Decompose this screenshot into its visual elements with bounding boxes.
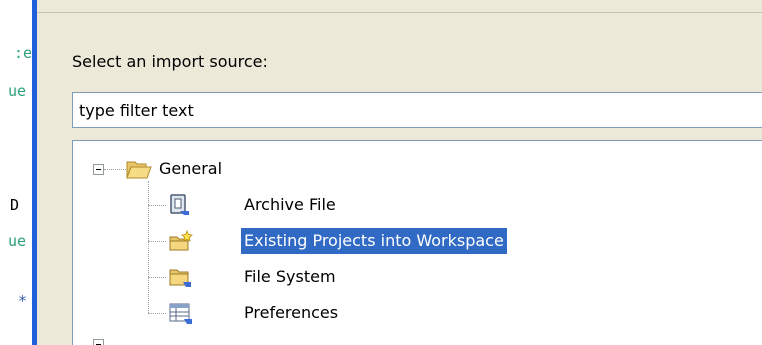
- tree-line: [148, 313, 166, 314]
- import-wizard-dialog: Select an import source: General Archive…: [37, 0, 762, 345]
- tree-line: [148, 181, 149, 313]
- folder-open-icon: [126, 161, 152, 179]
- tree-item-existing-projects[interactable]: Existing Projects into Workspace: [241, 228, 507, 254]
- import-source-tree[interactable]: General Archive File Existing Projects i…: [72, 140, 762, 345]
- editor-text-fragment: *: [18, 292, 28, 310]
- file-system-folder-icon: [169, 269, 191, 287]
- tree-item-file-system[interactable]: File System: [241, 264, 339, 290]
- collapse-toggle-icon[interactable]: [93, 164, 104, 175]
- import-source-label: Select an import source:: [72, 52, 268, 71]
- dialog-separator: [37, 12, 762, 13]
- expand-toggle-icon[interactable]: [93, 339, 104, 345]
- archive-file-icon: [170, 194, 189, 215]
- tree-item-archive-file[interactable]: Archive File: [241, 192, 339, 218]
- tree-line: [104, 169, 126, 170]
- preferences-icon: [169, 303, 192, 324]
- tree-line: [148, 205, 166, 206]
- filter-input[interactable]: [72, 92, 762, 128]
- editor-text-fragment: ue: [8, 232, 27, 250]
- editor-text-fragment: ue: [8, 82, 27, 100]
- tree-line: [148, 277, 166, 278]
- editor-text-fragment: :e: [14, 44, 32, 62]
- tree-group-general[interactable]: General: [156, 156, 225, 182]
- editor-background: :e ue D ue *: [0, 0, 32, 345]
- editor-text-fragment: D: [10, 196, 20, 214]
- tree-item-preferences[interactable]: Preferences: [241, 300, 341, 326]
- tree-line: [148, 241, 166, 242]
- existing-projects-icon: [169, 229, 193, 251]
